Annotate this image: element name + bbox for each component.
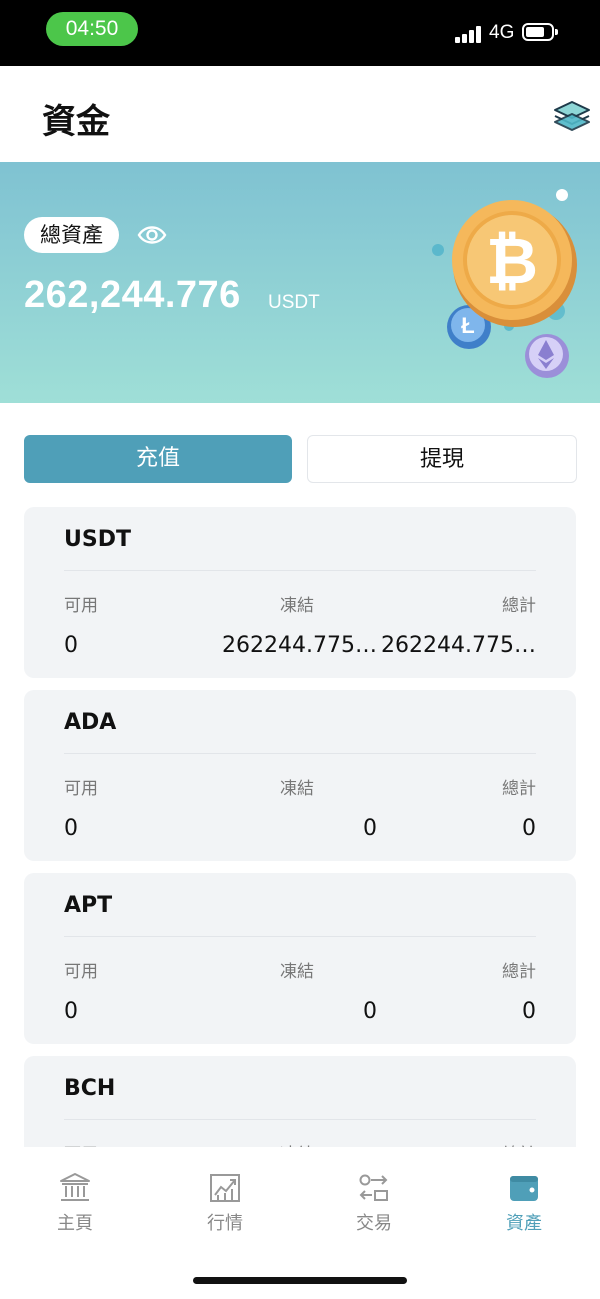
network-type: 4G xyxy=(489,22,515,43)
status-bar: 04:50 4G xyxy=(0,0,600,66)
total-assets-unit: USDT xyxy=(268,292,320,313)
deposit-button[interactable]: 充值 xyxy=(24,435,292,483)
total-label: 總計 xyxy=(502,962,536,982)
page-header: 資金 xyxy=(0,66,600,162)
nav-home[interactable]: 主頁 xyxy=(25,1171,125,1235)
eye-icon[interactable] xyxy=(137,222,167,248)
nav-trade-label: 交易 xyxy=(356,1213,392,1234)
frozen-label: 凍結 xyxy=(280,962,314,982)
total-label: 總計 xyxy=(502,779,536,799)
available-label: 可用 xyxy=(64,779,98,799)
asset-card-bch[interactable]: BCH 可用 凍結 總計 xyxy=(24,1056,576,1147)
asset-card-ada[interactable]: ADA 可用 凍結 總計 0 0 0 xyxy=(24,690,576,861)
layers-icon[interactable] xyxy=(552,94,592,134)
status-time: 04:50 xyxy=(46,12,138,46)
home-indicator xyxy=(193,1277,407,1284)
divider xyxy=(64,936,536,937)
total-value: 0 xyxy=(522,999,536,1024)
available-label: 可用 xyxy=(64,596,98,616)
nav-assets-label: 資產 xyxy=(506,1213,542,1234)
frozen-value: 0 xyxy=(363,999,377,1024)
frozen-label: 凍結 xyxy=(280,1140,314,1147)
chart-icon xyxy=(210,1174,240,1202)
exchange-icon xyxy=(359,1174,388,1201)
asset-symbol: ADA xyxy=(64,710,117,735)
wallet-icon xyxy=(510,1176,538,1201)
frozen-value: 0 xyxy=(363,816,377,841)
total-assets-badge: 總資產 xyxy=(24,217,119,253)
nav-assets[interactable]: 資產 xyxy=(474,1171,574,1235)
asset-symbol: APT xyxy=(64,893,113,918)
total-label: 總計 xyxy=(502,596,536,616)
total-value: 0 xyxy=(522,816,536,841)
available-value: 0 xyxy=(64,633,78,658)
nav-market[interactable]: 行情 xyxy=(175,1171,275,1235)
available-value: 0 xyxy=(64,816,78,841)
svg-text:₿: ₿ xyxy=(486,225,538,297)
asset-card-apt[interactable]: APT 可用 凍結 總計 0 0 0 xyxy=(24,873,576,1044)
coins-illustration: Ł ₿ xyxy=(432,189,577,378)
frozen-value: 262244.775… xyxy=(222,633,377,658)
divider xyxy=(64,570,536,571)
total-value: 262244.775… xyxy=(381,633,536,658)
signal-icon xyxy=(455,25,483,43)
svg-text:Ł: Ł xyxy=(461,313,474,338)
page-title: 資金 xyxy=(42,102,110,142)
nav-home-label: 主頁 xyxy=(57,1213,93,1234)
asset-symbol: USDT xyxy=(64,527,131,552)
bank-icon xyxy=(60,1173,90,1201)
frozen-label: 凍結 xyxy=(280,779,314,799)
battery-icon xyxy=(522,23,558,41)
asset-card-usdt[interactable]: USDT 可用 凍結 總計 0 262244.775… 262244.775… xyxy=(24,507,576,678)
frozen-label: 凍結 xyxy=(280,596,314,616)
available-label: 可用 xyxy=(64,1140,98,1147)
withdraw-button[interactable]: 提現 xyxy=(307,435,577,483)
asset-list[interactable]: USDT 可用 凍結 總計 0 262244.775… 262244.775… … xyxy=(24,507,576,1147)
nav-trade[interactable]: 交易 xyxy=(324,1171,424,1235)
asset-symbol: BCH xyxy=(64,1076,116,1101)
nav-market-label: 行情 xyxy=(207,1213,243,1234)
total-assets-value: 262,244.776 xyxy=(24,274,241,316)
divider xyxy=(64,1119,536,1120)
available-label: 可用 xyxy=(64,962,98,982)
available-value: 0 xyxy=(64,999,78,1024)
divider xyxy=(64,753,536,754)
total-assets-banner: 總資產 262,244.776 USDT Ł ₿ xyxy=(0,162,600,403)
total-label: 總計 xyxy=(502,1140,536,1147)
